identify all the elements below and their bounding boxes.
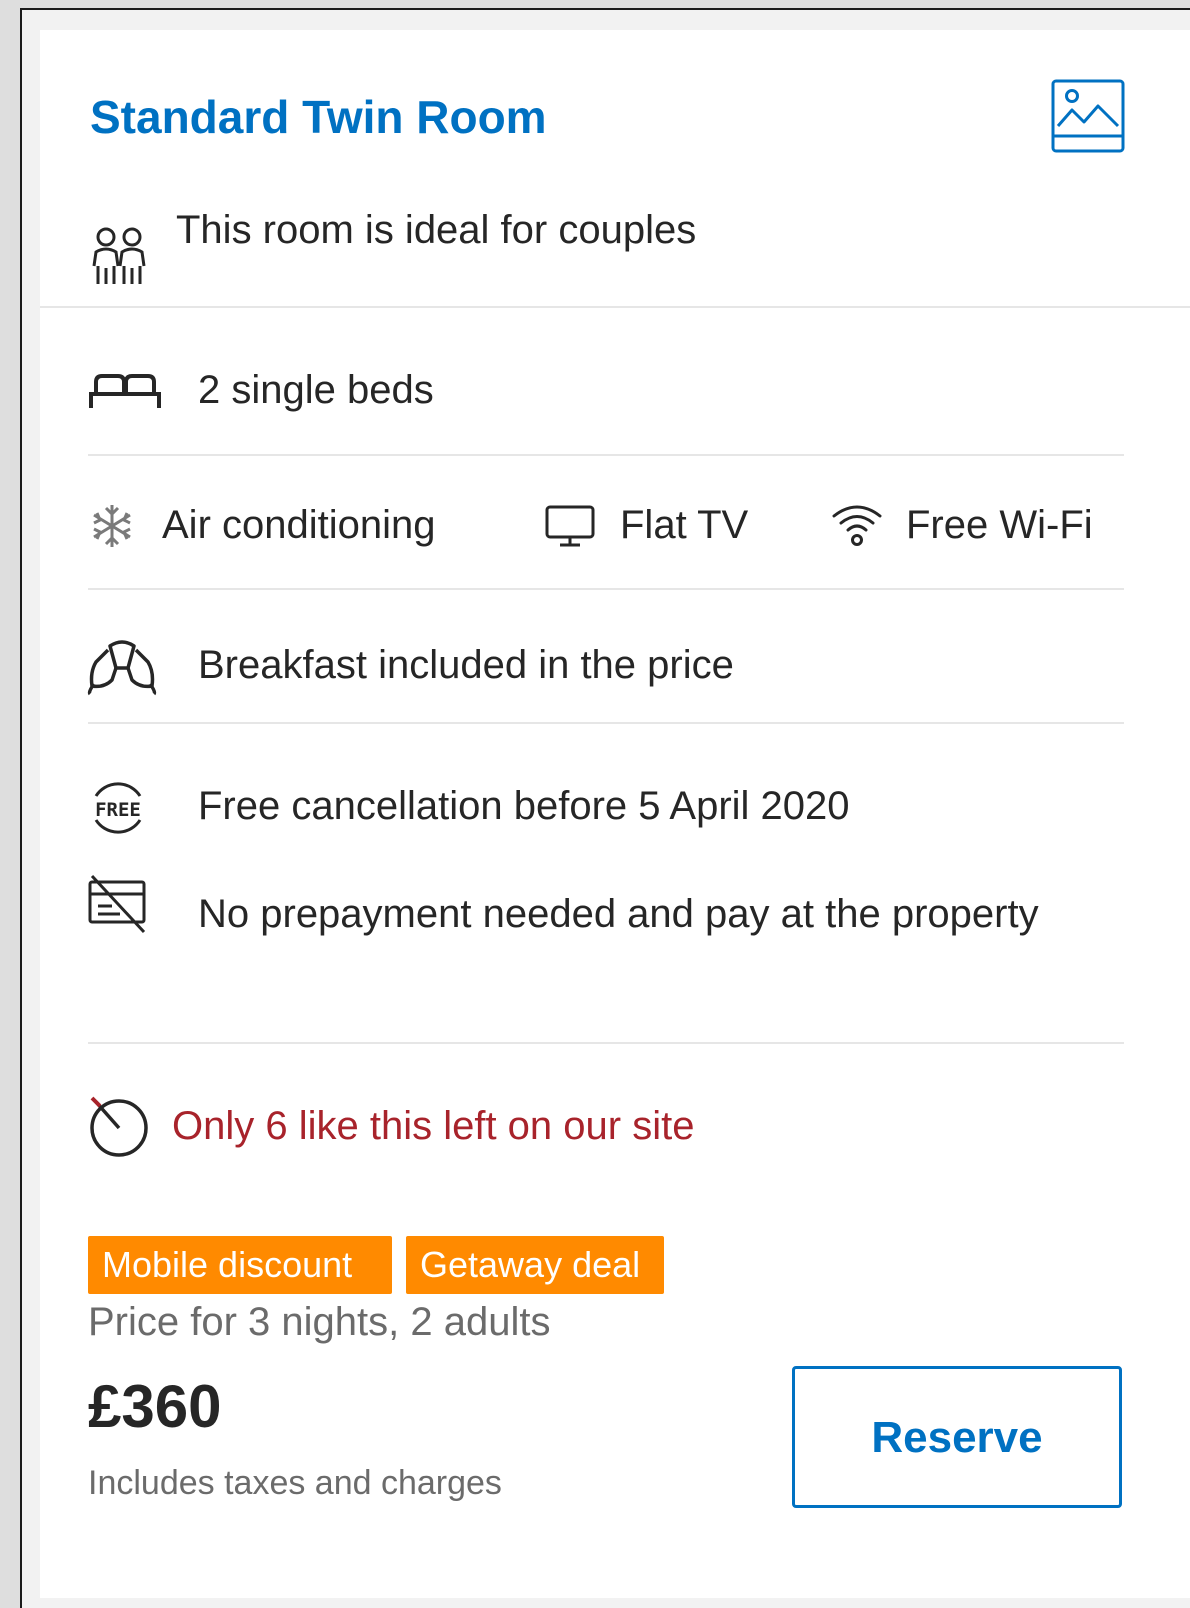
getaway-deal-badge: Getaway deal xyxy=(406,1236,664,1294)
tv-icon xyxy=(544,504,596,548)
cancellation-text: Free cancellation before 5 April 2020 xyxy=(198,784,850,828)
availability-text: Only 6 like this left on our site xyxy=(172,1104,695,1148)
reserve-button[interactable]: Reserve xyxy=(792,1366,1122,1508)
stay-info-text: Price for 3 nights, 2 adults xyxy=(88,1300,551,1344)
bed-icon xyxy=(88,372,162,412)
price-text: £360 xyxy=(88,1373,222,1440)
section-divider xyxy=(88,722,1124,724)
facility-air-conditioning: Air conditioning xyxy=(162,503,436,547)
room-title[interactable]: Standard Twin Room xyxy=(90,90,547,144)
section-divider xyxy=(88,588,1124,590)
croissant-icon xyxy=(86,636,158,698)
suitability-text: This room is ideal for couples xyxy=(176,208,697,252)
prepayment-text: No prepayment needed and pay at the prop… xyxy=(198,892,1039,936)
section-divider xyxy=(88,1042,1124,1044)
free-cancellation-icon: FREE xyxy=(86,778,150,838)
photo-gallery-icon[interactable] xyxy=(1050,78,1126,154)
beds-text: 2 single beds xyxy=(198,368,434,412)
couple-icon xyxy=(88,226,150,288)
section-divider xyxy=(88,454,1124,456)
meal-text: Breakfast included in the price xyxy=(198,643,734,687)
no-prepayment-icon xyxy=(86,874,148,934)
facility-free-wifi: Free Wi-Fi xyxy=(906,503,1093,547)
snowflake-icon xyxy=(88,502,136,550)
mobile-discount-badge: Mobile discount xyxy=(88,1236,392,1294)
facility-flat-tv: Flat TV xyxy=(620,503,749,547)
free-icon-text: FREE xyxy=(95,799,141,821)
wifi-icon xyxy=(830,500,884,548)
timer-icon xyxy=(86,1094,150,1158)
room-card: Standard Twin Room This room is ideal fo… xyxy=(40,30,1190,1598)
section-divider xyxy=(40,306,1190,308)
price-note-text: Includes taxes and charges xyxy=(88,1464,502,1502)
